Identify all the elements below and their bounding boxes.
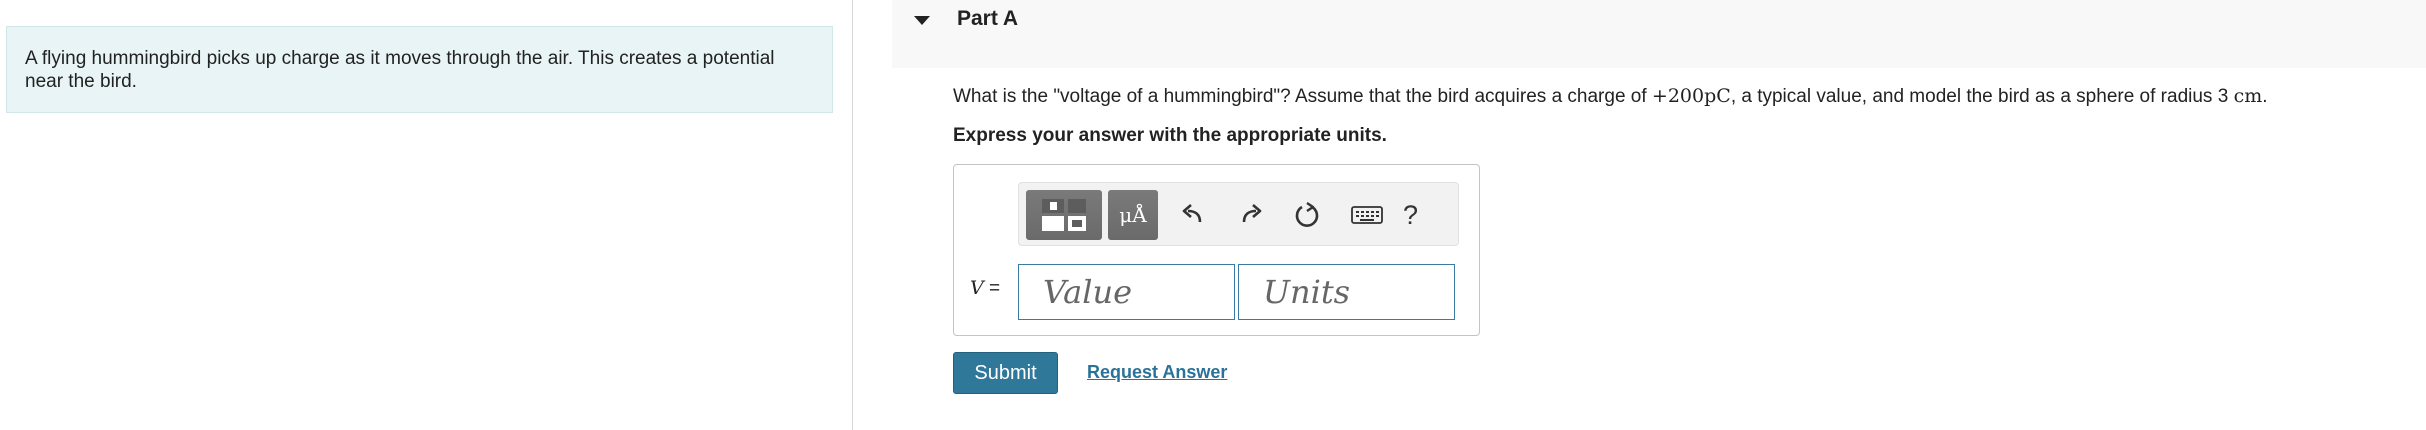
problem-intro-column: A flying hummingbird picks up charge as …: [0, 0, 853, 430]
question-text: What is the "voltage of a hummingbird"? …: [953, 85, 2268, 108]
question-column: Part A What is the "voltage of a humming…: [854, 0, 2426, 430]
answer-variable: V: [970, 277, 984, 299]
reset-icon[interactable]: [1285, 190, 1329, 240]
question-middle: , a typical value, and model the bird as…: [1730, 86, 2234, 107]
templates-icon[interactable]: [1026, 190, 1102, 240]
part-title: Part A: [957, 7, 1019, 30]
answer-variable-label: V =: [970, 277, 1000, 300]
part-header[interactable]: [892, 0, 2426, 68]
problem-intro-text: A flying hummingbird picks up charge as …: [25, 48, 775, 92]
answer-instruction: Express your answer with the appropriate…: [953, 125, 1387, 146]
charge-value: +200pC: [1651, 85, 1731, 107]
value-input[interactable]: [1018, 264, 1235, 320]
math-toolbar: μÅ ?: [1018, 182, 1459, 246]
request-answer-link[interactable]: Request Answer: [1087, 362, 1227, 383]
redo-icon[interactable]: [1229, 190, 1273, 240]
problem-intro-box: A flying hummingbird picks up charge as …: [6, 26, 833, 113]
question-suffix: .: [2262, 86, 2268, 107]
submit-button[interactable]: Submit: [953, 352, 1058, 394]
caret-down-icon[interactable]: [914, 16, 930, 25]
question-prefix: What is the "voltage of a hummingbird"? …: [953, 86, 1652, 107]
units-button[interactable]: μÅ: [1108, 190, 1158, 240]
page: A flying hummingbird picks up charge as …: [0, 0, 2426, 430]
equals-sign: =: [983, 278, 1001, 299]
help-button[interactable]: ?: [1403, 190, 1418, 240]
units-input[interactable]: [1238, 264, 1455, 320]
keyboard-icon[interactable]: [1345, 190, 1389, 240]
undo-icon[interactable]: [1171, 190, 1215, 240]
radius-unit: cm: [2233, 85, 2263, 107]
answer-box: μÅ ? V = Value Units: [953, 164, 1480, 336]
